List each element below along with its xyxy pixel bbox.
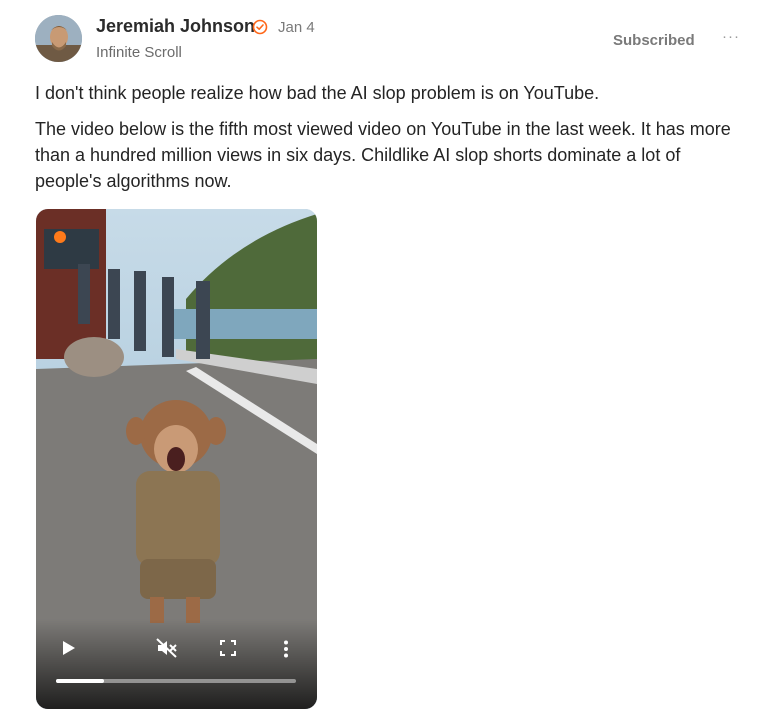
avatar-image bbox=[35, 15, 82, 62]
post-paragraph: I don't think people realize how bad the… bbox=[35, 83, 600, 103]
play-icon[interactable] bbox=[62, 640, 76, 656]
author-name[interactable]: Jeremiah Johnson bbox=[96, 16, 255, 37]
verified-badge-icon bbox=[252, 19, 268, 35]
post-paragraph: The video below is the fifth most viewed… bbox=[35, 119, 731, 191]
video-player[interactable] bbox=[36, 209, 317, 709]
fullscreen-icon[interactable] bbox=[220, 640, 236, 656]
mute-icon[interactable] bbox=[156, 638, 178, 658]
avatar[interactable] bbox=[35, 15, 82, 62]
more-vertical-icon[interactable] bbox=[283, 640, 289, 658]
publication-name[interactable]: Infinite Scroll bbox=[96, 44, 182, 61]
post-date[interactable]: Jan 4 bbox=[278, 19, 315, 36]
subscribed-button[interactable]: Subscribed bbox=[613, 32, 695, 49]
post-body: I don't think people realize how bad the… bbox=[35, 80, 745, 204]
video-progress-fill bbox=[56, 679, 104, 683]
more-options-icon[interactable]: ··· bbox=[722, 28, 740, 45]
video-progress-bar[interactable] bbox=[56, 679, 296, 683]
video-controls bbox=[36, 619, 317, 709]
